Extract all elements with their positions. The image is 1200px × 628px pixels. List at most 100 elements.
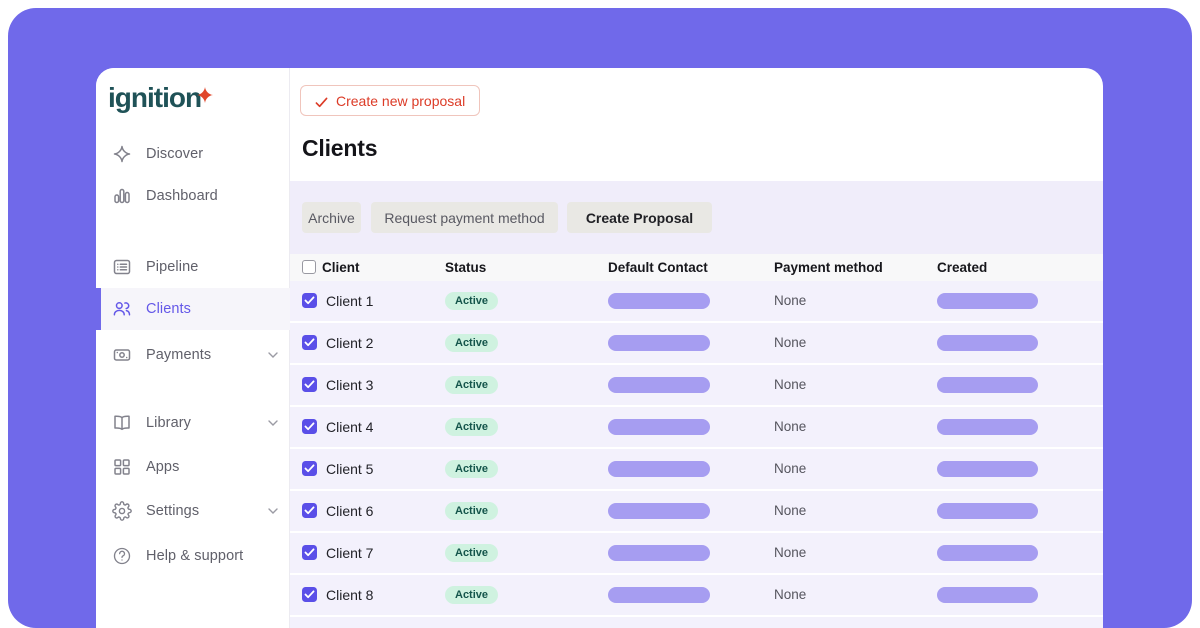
table-row[interactable]: Client 2 Active None xyxy=(290,323,1103,363)
discover-icon xyxy=(112,144,132,164)
app-window: ignition Discover Dashboard Pipeline xyxy=(96,68,1103,628)
table-body: Client 1 Active None Client 2 Active Non… xyxy=(290,281,1103,628)
row-checkbox[interactable] xyxy=(302,587,317,602)
sidebar-item-discover[interactable]: Discover xyxy=(96,133,290,175)
status-badge: Active xyxy=(445,334,498,352)
row-checkbox[interactable] xyxy=(302,335,317,350)
status-badge: Active xyxy=(445,460,498,478)
sidebar-item-label: Apps xyxy=(146,446,179,488)
client-name: Client 4 xyxy=(326,407,373,447)
client-name: Client 7 xyxy=(326,533,373,573)
created-placeholder xyxy=(937,335,1038,351)
table-row[interactable]: Client 3 Active None xyxy=(290,365,1103,405)
table-row[interactable]: Client 8 Active None xyxy=(290,575,1103,615)
clients-icon xyxy=(112,299,132,319)
default-contact-placeholder xyxy=(608,503,710,519)
select-all-checkbox[interactable] xyxy=(302,260,316,274)
main-content: Create new proposal Clients Archive Requ… xyxy=(290,68,1103,628)
archive-button[interactable]: Archive xyxy=(302,202,361,233)
status-badge: Active xyxy=(445,418,498,436)
chevron-down-icon xyxy=(268,352,278,358)
default-contact-placeholder xyxy=(608,335,710,351)
client-name: Client 2 xyxy=(326,323,373,363)
dashboard-icon xyxy=(112,186,132,206)
status-badge: Active xyxy=(445,292,498,310)
payments-icon xyxy=(112,345,132,365)
row-checkbox[interactable] xyxy=(302,293,317,308)
bulk-actions-bar: Archive Request payment method Create Pr… xyxy=(290,181,1103,254)
help-icon xyxy=(112,546,132,566)
table-row[interactable]: Client 4 Active None xyxy=(290,407,1103,447)
status-badge: Active xyxy=(445,502,498,520)
payment-method-value: None xyxy=(774,281,806,321)
sidebar-item-label: Clients xyxy=(146,288,191,330)
check-icon xyxy=(315,95,328,106)
created-placeholder xyxy=(937,293,1038,309)
default-contact-placeholder xyxy=(608,419,710,435)
table-row-partial xyxy=(290,617,1103,628)
created-placeholder xyxy=(937,587,1038,603)
sidebar-item-label: Help & support xyxy=(146,535,243,577)
default-contact-placeholder xyxy=(608,587,710,603)
payment-method-value: None xyxy=(774,491,806,531)
status-badge: Active xyxy=(445,586,498,604)
payment-method-value: None xyxy=(774,323,806,363)
row-checkbox[interactable] xyxy=(302,377,317,392)
client-name: Client 8 xyxy=(326,575,373,615)
default-contact-placeholder xyxy=(608,545,710,561)
created-placeholder xyxy=(937,377,1038,393)
sidebar-item-help[interactable]: Help & support xyxy=(96,535,290,577)
column-header-payment-method[interactable]: Payment method xyxy=(774,254,883,281)
status-badge: Active xyxy=(445,376,498,394)
sidebar-item-dashboard[interactable]: Dashboard xyxy=(96,175,290,217)
column-header-created[interactable]: Created xyxy=(937,254,987,281)
column-header-status[interactable]: Status xyxy=(445,254,486,281)
created-placeholder xyxy=(937,503,1038,519)
apps-icon xyxy=(112,457,132,477)
create-new-proposal-label: Create new proposal xyxy=(336,93,465,109)
client-name: Client 5 xyxy=(326,449,373,489)
row-checkbox[interactable] xyxy=(302,419,317,434)
row-checkbox[interactable] xyxy=(302,503,317,518)
sidebar-item-label: Settings xyxy=(146,490,199,532)
sidebar-item-apps[interactable]: Apps xyxy=(96,446,290,488)
table-row[interactable]: Client 1 Active None xyxy=(290,281,1103,321)
table-row[interactable]: Client 7 Active None xyxy=(290,533,1103,573)
payment-method-value: None xyxy=(774,365,806,405)
default-contact-placeholder xyxy=(608,461,710,477)
pipeline-icon xyxy=(112,257,132,277)
row-checkbox[interactable] xyxy=(302,545,317,560)
sidebar-item-settings[interactable]: Settings xyxy=(96,490,290,532)
client-name: Client 6 xyxy=(326,491,373,531)
sidebar-item-label: Pipeline xyxy=(146,246,198,288)
payment-method-value: None xyxy=(774,575,806,615)
sidebar-item-payments[interactable]: Payments xyxy=(96,334,290,376)
payment-method-value: None xyxy=(774,449,806,489)
chevron-down-icon xyxy=(268,508,278,514)
client-name: Client 1 xyxy=(326,281,373,321)
sidebar: ignition Discover Dashboard Pipeline xyxy=(96,68,290,628)
created-placeholder xyxy=(937,545,1038,561)
active-indicator xyxy=(96,288,101,330)
settings-icon xyxy=(112,501,132,521)
created-placeholder xyxy=(937,419,1038,435)
sparkle-icon xyxy=(197,78,213,94)
sidebar-item-label: Library xyxy=(146,402,191,444)
logo-text: ignition xyxy=(108,82,201,113)
table-row[interactable]: Client 5 Active None xyxy=(290,449,1103,489)
create-new-proposal-button[interactable]: Create new proposal xyxy=(300,85,480,116)
payment-method-value: None xyxy=(774,407,806,447)
table-header: Client Status Default Contact Payment me… xyxy=(290,254,1103,281)
row-checkbox[interactable] xyxy=(302,461,317,476)
sidebar-item-clients[interactable]: Clients xyxy=(96,288,290,330)
column-header-default-contact[interactable]: Default Contact xyxy=(608,254,708,281)
table-row[interactable]: Client 6 Active None xyxy=(290,491,1103,531)
client-name: Client 3 xyxy=(326,365,373,405)
create-proposal-button[interactable]: Create Proposal xyxy=(567,202,712,233)
sidebar-item-label: Dashboard xyxy=(146,175,218,217)
sidebar-item-library[interactable]: Library xyxy=(96,402,290,444)
ignition-logo: ignition xyxy=(108,82,201,114)
request-payment-method-button[interactable]: Request payment method xyxy=(371,202,558,233)
sidebar-item-pipeline[interactable]: Pipeline xyxy=(96,246,290,288)
column-header-client[interactable]: Client xyxy=(322,254,360,281)
